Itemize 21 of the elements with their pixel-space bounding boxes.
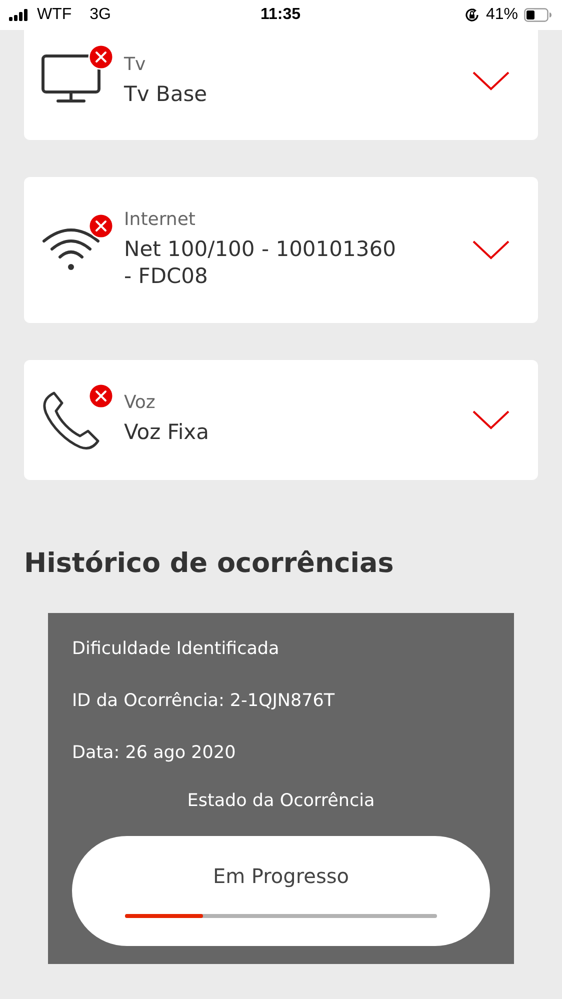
service-label: Internet — [124, 209, 196, 230]
occurrence-detail: Dificuldade Identificada — [72, 638, 280, 659]
service-label: Tv — [124, 54, 147, 75]
rotation-lock-icon — [464, 7, 480, 23]
section-title: Histórico de ocorrências — [24, 548, 395, 579]
service-card[interactable]: Tv Tv Base — [24, 30, 538, 140]
occurrence-detail: ID da Ocorrência: 2-1QJN876T — [72, 690, 336, 711]
service-card[interactable]: Voz Voz Fixa — [24, 360, 538, 480]
carrier-name: WTF — [37, 6, 72, 24]
service-card[interactable]: Internet Net 100/100 - 100101360 - FDC08 — [24, 177, 538, 323]
battery-icon — [524, 8, 552, 22]
service-name: Net 100/100 - 100101360 - FDC08 — [124, 236, 397, 290]
service-label: Voz — [124, 392, 156, 414]
service-name: Tv Base — [124, 80, 208, 108]
state-value: Em Progresso — [212, 864, 350, 888]
service-name: Voz Fixa — [124, 419, 210, 446]
occurrence-detail: Data: 26 ago 2020 — [72, 742, 237, 763]
state-label: Estado da Ocorrência — [186, 790, 376, 811]
network-type: 3G — [90, 6, 111, 24]
battery-percent: 41% — [486, 6, 518, 24]
clock-time: 11:35 — [260, 6, 301, 24]
